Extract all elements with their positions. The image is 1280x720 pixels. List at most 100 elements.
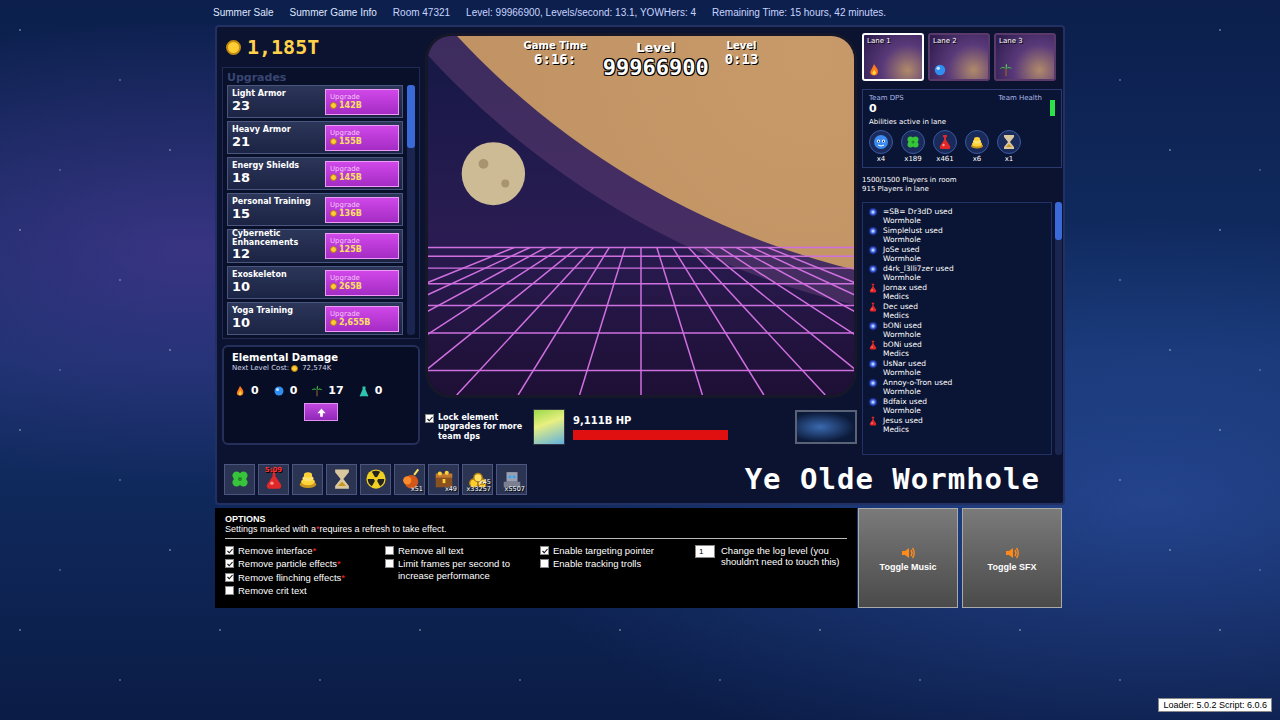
checkbox[interactable] [225, 559, 234, 568]
checkbox[interactable] [225, 586, 234, 595]
option-checkbox[interactable]: Remove flinching effects* [225, 572, 385, 583]
checkbox[interactable] [385, 559, 394, 568]
checkbox[interactable] [385, 546, 394, 555]
upgrade-button[interactable]: Upgrade145B [325, 161, 399, 187]
coin-icon [330, 102, 337, 109]
check-icon [541, 547, 549, 555]
scroll-thumb[interactable] [407, 85, 415, 148]
water-icon [933, 63, 947, 77]
upgrade-button[interactable]: Upgrade142B [325, 89, 399, 115]
upgrades-panel: UpgradesLight Armor23Upgrade142BHeavy Ar… [222, 67, 420, 339]
upgrade-name: Exoskeleton [232, 271, 287, 279]
active-ability: x6 [965, 130, 989, 163]
ability-count: x45 [479, 479, 491, 486]
log-level-input[interactable]: 1 [695, 545, 715, 558]
medic-icon [937, 134, 953, 150]
speaker-icon [1004, 545, 1020, 561]
upgrade-level: 21 [232, 135, 291, 149]
upgrade-name: Personal Training [232, 198, 311, 206]
active-ability: x1 [997, 130, 1021, 163]
sound-toggle-button[interactable]: Toggle SFX [962, 508, 1062, 608]
enemy-portrait [533, 409, 565, 445]
option-checkbox[interactable]: Remove crit text [225, 585, 385, 596]
option-checkbox[interactable]: Enable tracking trolls [540, 558, 695, 569]
elemental-title: Elemental Damage [232, 352, 338, 363]
sound-toggle-button[interactable]: Toggle Music [858, 508, 958, 608]
lane-tab[interactable]: Lane 3 [994, 33, 1056, 81]
scroll-thumb[interactable] [1055, 202, 1062, 240]
option-checkbox[interactable]: Remove interface* [225, 545, 385, 556]
active-ability: x461 [933, 130, 957, 163]
ability-count: x49 [445, 486, 457, 493]
check-icon [226, 573, 234, 581]
ability-button[interactable]: x49 [428, 464, 459, 495]
arrow-up-icon [316, 407, 327, 418]
ability-button[interactable]: x51 [394, 464, 425, 495]
room-label: Room 47321 [393, 7, 450, 18]
element-upgrade-button[interactable] [304, 403, 338, 421]
upgrades-list: Light Armor23Upgrade142BHeavy Armor21Upg… [227, 85, 403, 335]
checkbox[interactable] [225, 546, 234, 555]
log-level-setting: 1Change the log level (you shouldn't nee… [695, 545, 847, 597]
minimap[interactable] [795, 410, 857, 444]
upgrade-button[interactable]: Upgrade2,655B [325, 306, 399, 332]
upgrade-row: Light Armor23Upgrade142B [227, 85, 403, 118]
center-column: Game Time6:16:Level99966900Level0:13 Lock… [425, 33, 857, 455]
option-checkbox[interactable]: Remove particle effects* [225, 558, 385, 569]
game-container: 1,185TUpgradesLight Armor23Upgrade142BHe… [215, 25, 1065, 608]
hp-bar [573, 430, 728, 440]
checkbox[interactable] [540, 559, 549, 568]
upgrades-scrollbar[interactable] [407, 85, 415, 335]
option-checkbox[interactable]: Enable targeting pointer [540, 545, 695, 556]
air-icon [999, 63, 1013, 77]
upgrade-row: Energy Shields18Upgrade145B [227, 157, 403, 190]
active-abilities-label: Abilities active in lane [869, 118, 1055, 126]
ability-button[interactable] [292, 464, 323, 495]
morale-icon [873, 134, 889, 150]
upgrade-button[interactable]: Upgrade155B [325, 125, 399, 151]
upgrade-row: Heavy Armor21Upgrade155B [227, 121, 403, 154]
upgrade-button[interactable]: Upgrade265B [325, 270, 399, 296]
checkbox[interactable] [540, 546, 549, 555]
upgrade-row: Exoskeleton10Upgrade265B [227, 266, 403, 299]
ability-count: x5507 [505, 486, 525, 493]
upgrade-button[interactable]: Upgrade125B [325, 233, 399, 259]
hud: Game Time6:16:Level99966900Level0:13 [428, 40, 854, 80]
checkbox[interactable] [225, 573, 234, 582]
top-link[interactable]: Summer Game Info [290, 7, 377, 18]
active-ability: x4 [869, 130, 893, 163]
fire-icon [234, 385, 246, 397]
ability-bar: 5:09 x51 x49 x45x33257 x5507 [222, 464, 527, 495]
upgrade-name: Light Armor [232, 90, 286, 98]
element-level: 17 [311, 384, 343, 397]
space-scene [428, 36, 854, 395]
coin-icon [330, 246, 337, 253]
log-entry: Jesus usedMedics [868, 416, 1046, 434]
ability-button[interactable] [224, 464, 255, 495]
coin-icon [330, 138, 337, 145]
lock-elements-checkbox[interactable]: Lock element upgrades for more team dps [425, 413, 525, 441]
lane-tab[interactable]: Lane 2 [928, 33, 990, 81]
options-note: Settings marked with a*requires a refres… [225, 524, 847, 539]
upgrade-button[interactable]: Upgrade136B [325, 197, 399, 223]
upgrade-row: Yoga Training10Upgrade2,655B [227, 302, 403, 335]
option-checkbox[interactable]: Remove all text [385, 545, 540, 556]
ability-count: x51 [411, 486, 423, 493]
level-time: Level0:13 [725, 40, 759, 67]
checkbox[interactable] [425, 414, 434, 423]
ability-button[interactable] [326, 464, 357, 495]
log-scrollbar[interactable] [1055, 202, 1062, 456]
log-entry: Simplelust usedWormhole [868, 226, 1046, 244]
coin-icon [330, 319, 337, 326]
ability-button[interactable]: x5507 [496, 464, 527, 495]
game-screen[interactable]: Game Time6:16:Level99966900Level0:13 [425, 33, 857, 398]
top-link[interactable]: Summer Sale [213, 7, 274, 18]
ability-button[interactable] [360, 464, 391, 495]
log-entry: d4rk_l3lli7zer usedWormhole [868, 264, 1046, 282]
wormhole-icon [868, 321, 878, 331]
log-entry: JoSe usedWormhole [868, 245, 1046, 263]
ability-button[interactable]: x45x33257 [462, 464, 493, 495]
option-checkbox[interactable]: Limit frames per second to increase perf… [385, 558, 540, 581]
ability-button[interactable]: 5:09 [258, 464, 289, 495]
lane-tab[interactable]: Lane 1 [862, 33, 924, 81]
